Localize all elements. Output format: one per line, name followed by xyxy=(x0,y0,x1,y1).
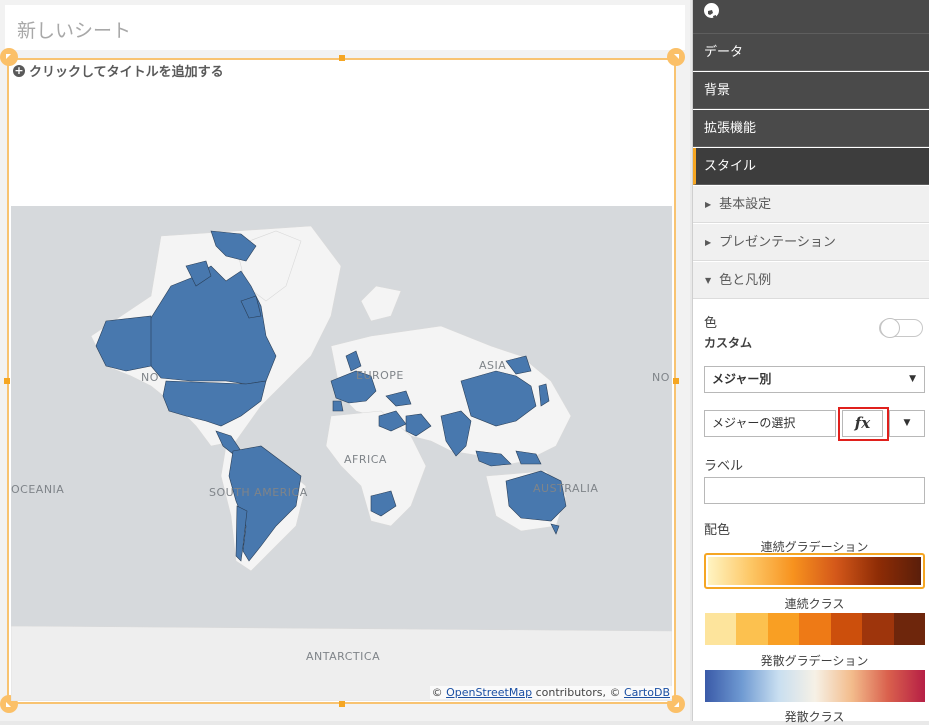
map-label-africa: AFRICA xyxy=(344,453,387,466)
add-title-label: クリックしてタイトルを追加する xyxy=(29,65,224,80)
plus-icon: + xyxy=(13,63,25,77)
accordion-label: 基本設定 xyxy=(719,197,772,212)
nav-extensions[interactable]: 拡張機能 xyxy=(693,110,929,147)
class-swatch xyxy=(893,613,925,645)
custom-label: カスタム xyxy=(704,336,753,350)
accordion-color-legend[interactable]: ▼ 色と凡例 xyxy=(693,262,929,299)
resize-handle-right[interactable] xyxy=(673,378,679,384)
world-map[interactable]: NO NO ASIA EUROPE AFRICA SOUTH AMERICA O… xyxy=(11,206,672,701)
accordion-label: 色と凡例 xyxy=(719,273,772,288)
color-by-select[interactable]: メジャー別 ▼ xyxy=(704,366,925,393)
label-label: ラベル xyxy=(704,459,744,474)
palette-title-diverging-gradient: 発散グラデーション xyxy=(760,654,869,668)
map-label-australia: AUSTRALIA xyxy=(533,482,599,495)
color-by-value: メジャー別 xyxy=(712,372,772,386)
globe-icon[interactable] xyxy=(704,3,719,20)
chevron-down-icon: ▼ xyxy=(909,374,916,384)
map-attribution: © OpenStreetMap contributors, © CartoDB xyxy=(429,686,672,699)
palette-sequential-gradient[interactable] xyxy=(704,553,925,589)
map-label-antarctica: ANTARCTICA xyxy=(306,650,381,663)
triangle-right-icon: ▶ xyxy=(705,200,712,209)
color-label: 色 xyxy=(704,316,718,331)
resize-handle-top-right[interactable] xyxy=(667,48,685,66)
measure-dropdown-button[interactable]: ▼ xyxy=(889,410,925,437)
measure-select-input[interactable]: メジャーの選択 xyxy=(704,410,836,437)
accordion-label: プレゼンテーション xyxy=(719,235,836,250)
map-label-asia: ASIA xyxy=(479,359,507,372)
fx-expression-button[interactable]: fx xyxy=(842,410,883,437)
class-swatch xyxy=(862,613,894,645)
toggle-knob xyxy=(880,318,900,338)
map-label-oceania: OCEANIA xyxy=(11,483,65,496)
triangle-down-icon: ▼ xyxy=(705,276,712,285)
map-label-north: NO xyxy=(141,371,159,384)
palette-title-sequential-classes: 連続クラス xyxy=(784,597,845,611)
map-label-south-america: SOUTH AMERICA xyxy=(209,486,308,499)
carto-link[interactable]: CartoDB xyxy=(624,686,670,699)
osm-link[interactable]: OpenStreetMap xyxy=(446,686,532,699)
resize-handle-left[interactable] xyxy=(4,378,10,384)
nav-style[interactable]: スタイル xyxy=(693,148,929,185)
resize-handle-bottom[interactable] xyxy=(339,701,345,707)
palette-sequential-classes[interactable] xyxy=(705,613,925,645)
map-label-europe: EUROPE xyxy=(356,369,404,382)
class-swatch xyxy=(705,613,737,645)
add-title-button[interactable]: + クリックしてタイトルを追加する xyxy=(13,61,224,80)
palette-title-diverging-classes: 発散クラス xyxy=(784,710,845,724)
accordion-basic-settings[interactable]: ▶ 基本設定 xyxy=(693,186,929,223)
class-swatch xyxy=(799,613,831,645)
accordion-presentation[interactable]: ▶ プレゼンテーション xyxy=(693,224,929,261)
properties-panel: データ 背景 拡張機能 スタイル ▶ 基本設定 ▶ プレゼンテーション ▼ 色と凡例 … xyxy=(692,0,929,724)
nav-data[interactable]: データ xyxy=(693,34,929,71)
palette-diverging-gradient[interactable] xyxy=(705,670,925,702)
triangle-right-icon: ▶ xyxy=(705,238,712,247)
color-auto-toggle[interactable] xyxy=(879,318,923,338)
palette-label: 配色 xyxy=(704,523,731,538)
sheet-header: 新しいシート xyxy=(5,5,685,50)
label-input[interactable] xyxy=(704,477,925,504)
class-swatch xyxy=(767,613,800,645)
resize-handle-top[interactable] xyxy=(339,55,345,61)
class-swatch xyxy=(830,613,863,645)
chevron-down-icon: ▼ xyxy=(903,418,911,428)
panel-header xyxy=(693,0,929,34)
nav-background[interactable]: 背景 xyxy=(693,72,929,109)
measure-placeholder: メジャーの選択 xyxy=(712,416,796,430)
sheet-canvas: 新しいシート + クリックしてタイトルを追加する NO NO ASIA EURO… xyxy=(0,0,690,721)
attribution-mid: contributors, © xyxy=(532,686,624,699)
sheet-title[interactable]: 新しいシート xyxy=(17,16,131,43)
map-label-north-east: NO xyxy=(652,371,670,384)
map-graphic xyxy=(11,225,672,701)
gradient-swatch xyxy=(708,557,921,585)
attribution-prefix: © xyxy=(431,686,447,699)
class-swatch xyxy=(736,613,768,645)
